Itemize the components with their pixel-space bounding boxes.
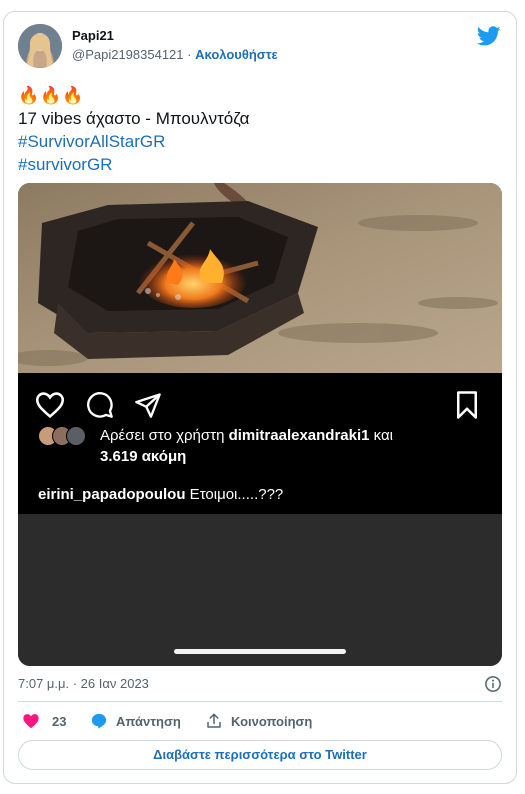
reply-button[interactable]: Απάντηση xyxy=(90,710,181,732)
fire-emojis: 🔥🔥🔥 xyxy=(18,86,85,105)
liker-avatar xyxy=(66,426,86,446)
like-button[interactable]: 23 xyxy=(22,710,66,732)
share-button[interactable]: Κοινοποίηση xyxy=(205,710,312,732)
tweet-actions: 23 Απάντηση Κοινοποίηση xyxy=(18,710,502,734)
likes-count: 3.619 ακόμη xyxy=(100,448,187,465)
handle-separator: · xyxy=(187,47,192,62)
heart-icon[interactable] xyxy=(34,391,66,419)
screenshot-bottom-area xyxy=(18,514,502,666)
send-icon[interactable] xyxy=(134,391,162,419)
author-handle[interactable]: @Papi2198354121 xyxy=(72,47,184,62)
tweet-meta: 7:07 μ.μ. · 26 Ιαν 2023 xyxy=(18,676,502,696)
liker-avatars xyxy=(38,426,98,448)
tweet-header: Papi21 @Papi2198354121 · Ακολουθήστε xyxy=(18,24,502,70)
comment-text: Ετοιμοι.....??? xyxy=(185,486,284,503)
bookmark-icon[interactable] xyxy=(454,390,480,420)
heart-icon xyxy=(23,714,39,729)
likes-user: dimitraalexandraki1 xyxy=(228,427,370,444)
author-name[interactable]: Papi21 xyxy=(72,28,114,43)
share-label: Κοινοποίηση xyxy=(231,713,313,729)
like-count: 23 xyxy=(52,713,67,729)
hashtag-link[interactable]: #SurvivorAllStarGR xyxy=(18,130,502,153)
likes-text: Αρέσει στο χρήστη dimitraalexandraki1 κα… xyxy=(100,425,480,467)
follow-link[interactable]: Ακολουθήστε xyxy=(195,47,278,62)
share-icon xyxy=(207,713,221,728)
home-indicator xyxy=(174,649,346,654)
author-handle-line: @Papi2198354121 · Ακολουθήστε xyxy=(72,47,278,62)
tweet-card: Papi21 @Papi2198354121 · Ακολουθήστε 🔥🔥🔥… xyxy=(3,11,517,784)
comment-user: eirini_papadopoulou xyxy=(38,486,186,503)
tweet-body: 17 vibes άχαστο - Μπουλντόζα xyxy=(18,109,250,128)
comment-icon[interactable] xyxy=(86,391,114,419)
twitter-bird-icon[interactable] xyxy=(476,24,502,48)
likes-middle: και xyxy=(369,427,393,444)
tweet-media[interactable]: Αρέσει στο χρήστη dimitraalexandraki1 κα… xyxy=(18,183,502,666)
tweet-timestamp[interactable]: 7:07 μ.μ. · 26 Ιαν 2023 xyxy=(18,676,149,691)
tweet-text: 🔥🔥🔥 17 vibes άχαστο - Μπουλντόζα #Surviv… xyxy=(18,84,502,176)
read-more-button[interactable]: Διαβάστε περισσότερα στο Twitter xyxy=(18,740,502,770)
comment-row: eirini_papadopoulou Ετοιμοι.....??? xyxy=(38,486,283,503)
reply-label: Απάντηση xyxy=(116,713,181,729)
likes-prefix: Αρέσει στο χρήστη xyxy=(100,427,229,444)
hashtag-link[interactable]: #survivorGR xyxy=(18,153,502,176)
author-avatar[interactable] xyxy=(18,24,62,68)
fire-pit-photo xyxy=(18,183,502,373)
reply-icon xyxy=(91,713,107,729)
info-icon[interactable] xyxy=(484,675,502,693)
divider xyxy=(18,701,502,702)
